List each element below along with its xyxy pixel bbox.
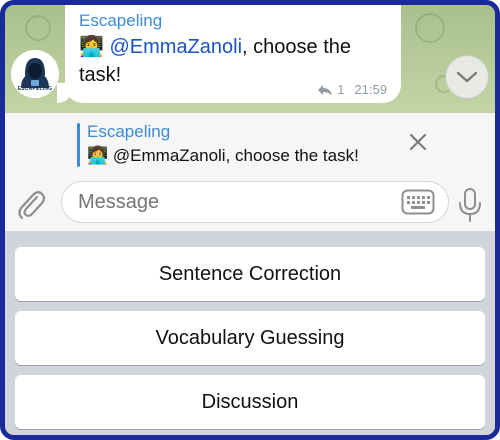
keyboard-button-discussion[interactable]: Discussion bbox=[15, 375, 485, 429]
technologist-emoji-icon: 👩‍💻 bbox=[87, 146, 109, 165]
message-text: 👩‍💻 @EmmaZanoli, choose the task! bbox=[79, 33, 387, 89]
reply-preview[interactable]: Escapeling 👩‍💻 @EmmaZanoli, choose the t… bbox=[5, 113, 495, 175]
attach-button[interactable] bbox=[15, 187, 47, 221]
close-icon bbox=[409, 133, 427, 151]
message-bubble[interactable]: Escapeling 👩‍💻 @EmmaZanoli, choose the t… bbox=[65, 5, 401, 103]
composer-bar bbox=[5, 175, 495, 231]
message-time: 21:59 bbox=[354, 82, 387, 97]
keyboard-icon bbox=[401, 189, 435, 215]
keyboard-button-sentence-correction[interactable]: Sentence Correction bbox=[15, 247, 485, 301]
message-mention[interactable]: @EmmaZanoli bbox=[109, 36, 242, 58]
reply-text: 👩‍💻 @EmmaZanoli, choose the task! bbox=[87, 146, 359, 166]
microphone-icon bbox=[459, 188, 481, 222]
keyboard-button-vocabulary-guessing[interactable]: Vocabulary Guessing bbox=[15, 311, 485, 365]
message-input[interactable] bbox=[61, 181, 449, 223]
avatar[interactable]: ESCAPELING bbox=[11, 50, 59, 98]
chevron-down-icon bbox=[456, 71, 478, 83]
message-meta: 1 21:59 bbox=[317, 82, 387, 97]
wallpaper-doodle bbox=[25, 15, 51, 41]
reply-sender: Escapeling bbox=[87, 122, 171, 141]
wallpaper-doodle bbox=[415, 13, 445, 43]
close-reply-button[interactable] bbox=[405, 129, 431, 155]
chat-wallpaper[interactable]: ESCAPELING Escapeling 👩‍💻 @EmmaZanoli, c… bbox=[5, 5, 495, 113]
paperclip-icon bbox=[18, 191, 46, 220]
technologist-emoji-icon: 👩‍💻 bbox=[79, 36, 104, 58]
message-sender[interactable]: Escapeling bbox=[79, 11, 387, 31]
avatar-label: ESCAPELING bbox=[17, 86, 53, 92]
reply-count: 1 bbox=[337, 82, 345, 97]
keyboard-toggle-button[interactable] bbox=[401, 189, 435, 215]
bot-keyboard: Sentence Correction Vocabulary Guessing … bbox=[5, 231, 495, 435]
reply-arrow-icon bbox=[318, 84, 333, 95]
reply-text-body: @EmmaZanoli, choose the task! bbox=[112, 146, 359, 165]
scroll-down-button[interactable] bbox=[445, 55, 489, 99]
app-frame: ESCAPELING Escapeling 👩‍💻 @EmmaZanoli, c… bbox=[0, 0, 500, 440]
reply-accent-bar bbox=[77, 123, 80, 167]
voice-record-button[interactable] bbox=[457, 187, 483, 223]
